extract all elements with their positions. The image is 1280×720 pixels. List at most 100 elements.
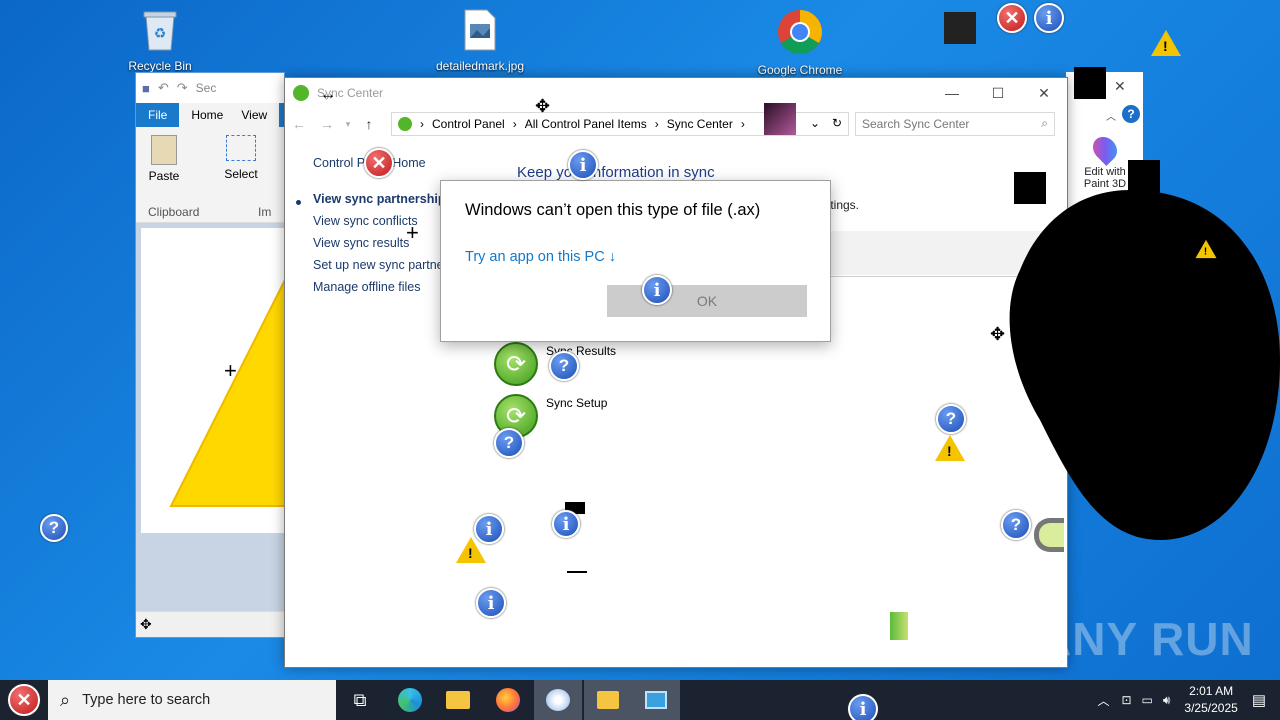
paint-canvas[interactable] [141,228,284,533]
breadcrumb-sync-center[interactable]: Sync Center [667,117,733,131]
paint-canvas-area [136,223,284,611]
close-icon[interactable]: ✕ [1114,78,1126,95]
start-button[interactable]: ✕ [0,680,48,720]
breadcrumb-separator: › [420,117,424,131]
control-panel-icon [398,117,412,131]
scrambled-image-artifact [890,612,908,640]
back-button[interactable]: ← [285,116,313,132]
volume-icon[interactable]: 🔊︎ [1163,693,1171,708]
undo-icon[interactable]: ↶ [158,80,169,96]
task-view-button[interactable]: ⧉ [336,680,384,720]
address-row: ← → ▾ ↑ › Control Panel › All Control Pa… [285,110,1067,138]
info-icon: i [848,694,878,720]
breadcrumb-control-panel[interactable]: Control Panel [432,117,505,131]
recycle-bin-label: Recycle Bin [128,59,192,73]
info-icon: i [568,150,598,180]
breadcrumb-all-items[interactable]: All Control Panel Items [525,117,647,131]
paint-taskbar-button[interactable] [534,680,582,720]
paint-statusbar: ✥ [136,611,284,637]
scrambled-image-artifact [764,103,796,135]
warning-icon [935,435,965,461]
breadcrumb-separator: › [512,117,517,131]
paste-label: Paste [148,169,180,183]
breadcrumb-separator: › [654,117,659,131]
selected-nav-bullet [296,200,301,205]
chevron-down-icon[interactable]: ⌄ [810,116,820,130]
black-square-artifact [1074,67,1106,99]
chevron-up-icon[interactable]: ︿ [1097,692,1109,709]
crosshair-cursor-icon: + [224,358,237,383]
paint-titlebar: ■ ↶ ↷ Sec [136,73,284,103]
clock[interactable]: 2:01 AM 3/25/2025 [1184,683,1237,717]
desktop: ♻ Recycle Bin detailedmark.jpg Google Ch… [0,0,1280,680]
help-icon: ? [494,428,524,458]
dialog-title: Windows can’t open this type of file (.a… [465,201,761,219]
yellow-triangle-drawing [169,279,284,507]
open-with-dialog: Windows can’t open this type of file (.a… [440,180,831,342]
chevron-up-icon[interactable]: ︿ [1106,108,1116,123]
try-app-link[interactable]: Try an app on this PC ↓ [465,249,616,265]
black-square-artifact [1014,172,1046,204]
save-icon[interactable]: ■ [142,81,150,96]
forward-button[interactable]: → [313,116,341,132]
resize-cursor-icon: ↔ [320,86,336,103]
error-icon: ✕ [997,3,1027,33]
select-button[interactable]: Select [221,135,261,181]
recent-dropdown-icon[interactable]: ▾ [341,119,355,130]
image-file-graphic [464,9,496,51]
display-icon[interactable]: ▭ [1142,693,1153,707]
folder-icon [597,691,619,709]
taskbar-search[interactable]: ⌕ Type here to search [48,680,336,720]
dash-artifact [567,571,587,573]
recycle-bin-graphic: ♻ [143,11,177,51]
ok-button[interactable]: OK [607,285,807,317]
anyrun-watermark: ANY RUN [1038,613,1254,665]
paint-icon [546,689,570,711]
control-panel-taskbar-button[interactable] [584,680,632,720]
info-icon: i [642,275,672,305]
detailedmark-file-label: detailedmark.jpg [435,59,525,73]
warning-icon [456,537,486,563]
close-button[interactable]: ✕ [1021,78,1067,108]
edge-taskbar-button[interactable] [386,680,434,720]
window-controls: — ☐ ✕ [929,78,1067,108]
error-icon: ✕ [364,148,394,178]
window-icon [645,691,667,709]
svg-text:♻: ♻ [154,25,167,41]
search-input[interactable]: Search Sync Center ⌕ [855,112,1055,136]
paste-button[interactable]: Paste [146,135,182,183]
info-icon: i [1034,3,1064,33]
refresh-icon[interactable]: ↻ [832,116,842,130]
file-explorer-taskbar-button[interactable] [434,680,482,720]
minimize-button[interactable]: — [929,78,975,108]
info-icon: i [476,588,506,618]
clock-date: 3/25/2025 [1184,701,1238,715]
taskbar-search-placeholder: Type here to search [82,692,211,708]
tab-view[interactable]: View [235,103,280,127]
help-icon[interactable]: ? [1122,105,1140,123]
sync-results-item[interactable]: ⟳ Sync Results [494,342,616,386]
maximize-button[interactable]: ☐ [975,78,1021,108]
tab-home[interactable]: Home [179,103,236,127]
network-icon[interactable]: ⊡ [1121,693,1131,707]
firefox-taskbar-button[interactable] [484,680,532,720]
notifications-icon[interactable]: ▤ [1252,691,1266,709]
redo-icon[interactable]: ↷ [177,80,188,96]
up-button[interactable]: ↑ [355,116,383,132]
chrome-logo [778,10,822,54]
warning-icon [1151,30,1181,56]
search-placeholder: Search Sync Center [862,117,970,131]
google-chrome-icon[interactable]: Google Chrome [755,8,845,77]
recycle-bin-icon[interactable]: ♻ Recycle Bin [115,8,205,73]
search-icon: ⌕ [1041,116,1048,130]
paint-ribbon: Paste Select Clipboard Im [136,127,284,223]
tab-file[interactable]: File [136,103,179,127]
folder-icon [446,691,470,709]
paste-icon [151,135,177,165]
detailedmark-file-icon[interactable]: detailedmark.jpg [435,8,525,73]
images-group-label: Im [258,205,272,219]
move-cursor-icon: ✥ [140,616,152,632]
sync-setup-label: Sync Setup [546,396,608,410]
help-icon: ? [549,351,579,381]
sync-center-taskbar-button[interactable] [632,680,680,720]
